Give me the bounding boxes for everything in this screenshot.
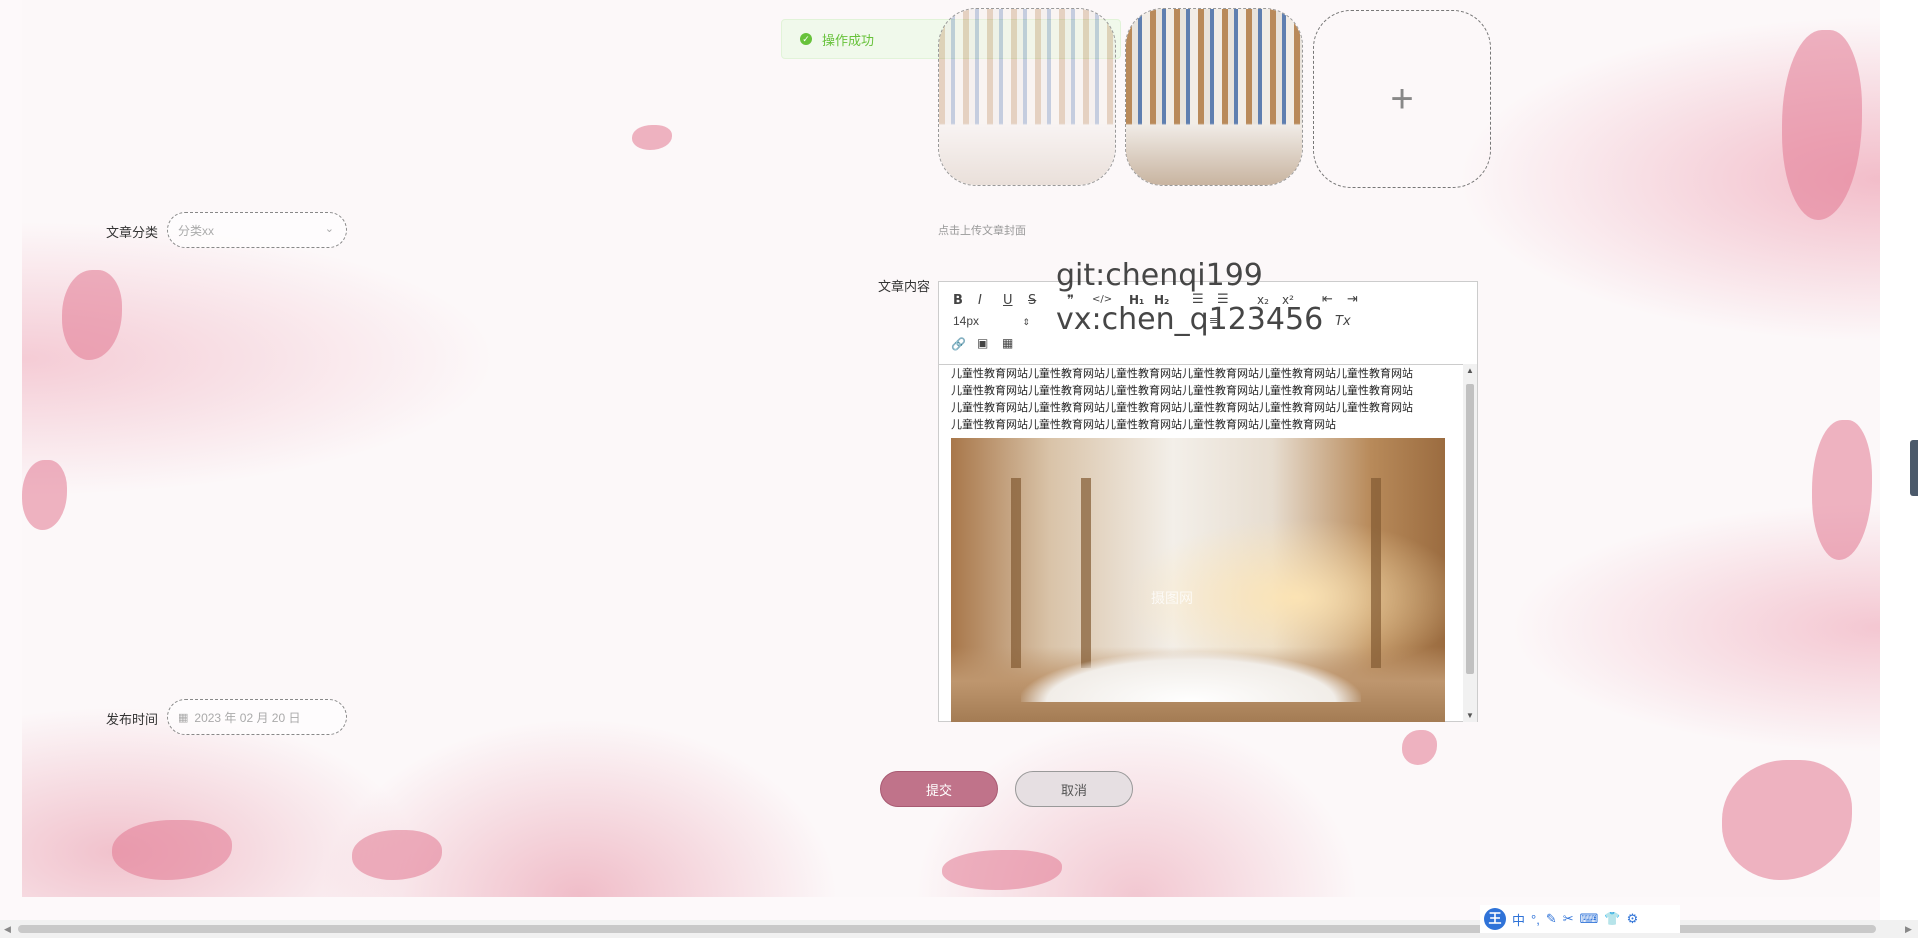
cover-image-2[interactable]: [1125, 8, 1303, 186]
content-image[interactable]: 摄图网: [951, 438, 1445, 722]
ime-settings-icon[interactable]: ⚙: [1627, 911, 1639, 927]
scroll-up-icon[interactable]: ▲: [1466, 366, 1474, 375]
upload-cover-button[interactable]: +: [1313, 10, 1491, 188]
background-splash: [632, 125, 672, 150]
ime-keyboard-icon[interactable]: ⌨: [1580, 911, 1599, 927]
italic-button[interactable]: I: [978, 293, 982, 308]
content-label: 文章内容: [878, 279, 931, 294]
outdent-icon[interactable]: ⇤: [1322, 292, 1333, 307]
overlay-git-text: git:chenqi199: [1056, 258, 1263, 293]
font-size-select[interactable]: 14px ⇕: [953, 314, 1030, 328]
content-line: 儿童性教育网站儿童性教育网站儿童性教育网站儿童性教育网站儿童性教育网站儿童性教育…: [951, 402, 1413, 414]
bookshelf: [1371, 478, 1381, 668]
image-watermark: 摄图网: [1151, 590, 1193, 606]
bookshelf: [1011, 478, 1021, 668]
scroll-down-icon[interactable]: ▼: [1466, 711, 1474, 720]
upload-cover-tip: 点击上传文章封面: [938, 225, 1026, 237]
chevron-down-icon: ⌄: [324, 223, 334, 235]
strike-button[interactable]: S: [1028, 293, 1036, 308]
publish-date-value: 2023 年 02 月 20 日: [194, 710, 301, 725]
submit-button[interactable]: 提交: [880, 771, 998, 807]
publish-date-picker[interactable]: ▦ 2023 年 02 月 20 日: [167, 699, 347, 735]
calendar-icon: ▦: [178, 711, 189, 724]
open-book: [1021, 652, 1361, 702]
underline-button[interactable]: U: [1003, 293, 1013, 308]
indent-icon[interactable]: ⇥: [1347, 292, 1358, 307]
category-placeholder: 分类xx: [178, 223, 215, 238]
category-label: 文章分类: [106, 225, 159, 240]
overlay-vx-text: vx:chen_q123456: [1056, 302, 1324, 337]
bold-button[interactable]: B: [953, 293, 963, 308]
cover-image: [1126, 9, 1302, 185]
cancel-button[interactable]: 取消: [1015, 771, 1133, 807]
background-splash: [1402, 730, 1437, 765]
editor-scroll-thumb[interactable]: [1466, 384, 1474, 674]
video-icon[interactable]: ▦: [1002, 336, 1013, 350]
background-splash: [1722, 760, 1852, 880]
background-splash: [62, 270, 122, 360]
clear-format-button[interactable]: Tx: [1335, 314, 1351, 329]
ime-punctuation-icon[interactable]: °,: [1531, 912, 1540, 927]
toast-message: 操作成功: [822, 32, 875, 48]
content-line: 儿童性教育网站儿童性教育网站儿童性教育网站儿童性教育网站儿童性教育网站儿童性教育…: [951, 368, 1413, 380]
background-splash: [1812, 420, 1872, 560]
ime-skin-icon[interactable]: 👕: [1604, 911, 1620, 927]
ime-scissors-icon[interactable]: ✂: [1563, 911, 1574, 927]
font-size-value: 14px: [953, 314, 980, 328]
ime-chinese-mode[interactable]: 中: [1512, 910, 1525, 929]
background-splash: [112, 820, 232, 880]
check-circle-icon: ✓: [800, 33, 812, 45]
ime-handwrite-icon[interactable]: ✎: [1546, 911, 1557, 927]
link-icon[interactable]: 🔗: [951, 337, 966, 351]
category-select[interactable]: 分类xx ⌄: [167, 212, 347, 248]
ime-toolbar: 王 中 °, ✎ ✂ ⌨ 👕 ⚙: [1480, 905, 1680, 933]
publish-time-label: 发布时间: [106, 712, 159, 727]
background-splash: [352, 830, 442, 880]
image-icon[interactable]: ▣: [977, 336, 988, 350]
rich-text-editor[interactable]: B I U S ❞ </> H₁ H₂ ☰ ☰ x₂ x² ⇤ ⇥ 14px ⇕…: [938, 281, 1478, 722]
select-arrows-icon: ⇕: [1022, 317, 1030, 327]
scroll-left-icon[interactable]: ◀: [4, 924, 11, 935]
scroll-right-icon[interactable]: ▶: [1905, 924, 1912, 935]
bookshelf: [1081, 478, 1091, 668]
editor-scrollbar[interactable]: ▲ ▼: [1463, 364, 1477, 722]
background-splash: [22, 460, 67, 530]
content-line: 儿童性教育网站儿童性教育网站儿童性教育网站儿童性教育网站儿童性教育网站儿童性教育…: [951, 385, 1413, 397]
editor-content[interactable]: 儿童性教育网站儿童性教育网站儿童性教育网站儿童性教育网站儿童性教育网站儿童性教育…: [951, 366, 1446, 722]
cover-image-1[interactable]: [938, 8, 1116, 186]
background-splash: [1782, 30, 1862, 220]
cover-image: [939, 9, 1115, 185]
content-line: 儿童性教育网站儿童性教育网站儿童性教育网站儿童性教育网站儿童性教育网站: [951, 419, 1336, 431]
side-panel-tab[interactable]: [1910, 440, 1918, 496]
ime-logo[interactable]: 王: [1484, 908, 1506, 930]
plus-icon: +: [1390, 76, 1414, 121]
background-splash: [942, 850, 1062, 890]
